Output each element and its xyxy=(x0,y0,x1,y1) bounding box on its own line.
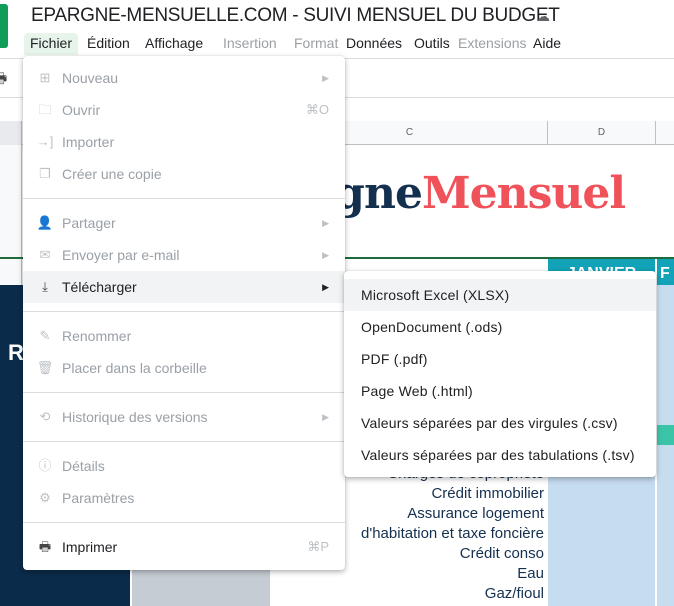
printer-icon[interactable]: 🖶 xyxy=(0,68,7,92)
menu-item-copy[interactable]: ❐ Créer une copie xyxy=(23,158,345,190)
gear-icon: ⚙ xyxy=(39,490,51,505)
month-header-next[interactable]: F xyxy=(657,259,674,285)
submenu-arrow-icon: ▶ xyxy=(322,218,329,228)
menu-item-pencil[interactable]: ✎ Renommer xyxy=(23,320,345,352)
person-add-icon: 👤 xyxy=(36,215,54,230)
menu-item-info[interactable]: ⓘ Détails xyxy=(23,450,345,482)
menu-données[interactable]: Données xyxy=(340,33,408,55)
row-label[interactable]: Eau xyxy=(517,565,544,582)
row-label[interactable]: Gaz/fioul xyxy=(485,585,544,602)
menu-item-person-add[interactable]: 👤 Partager ▶ xyxy=(23,207,345,239)
document-title[interactable]: EPARGNE-MENSUELLE.COM - SUIVI MENSUEL DU… xyxy=(31,5,560,27)
file-menu: ⊞ Nouveau ▶ 🗀 Ouvrir ⌘O →] Importer ❐ Créer une c… xyxy=(23,56,345,570)
menu-item-label: Partager xyxy=(62,215,116,231)
submenu-arrow-icon: ▶ xyxy=(322,282,329,292)
download-option[interactable]: Valeurs séparées par des virgules (.csv) xyxy=(344,407,656,439)
menu-item-label: Placer dans la corbeille xyxy=(62,360,207,376)
trash-icon: 🗑 xyxy=(36,360,54,375)
shortcut: ⌘P xyxy=(307,539,329,554)
menu-item-label: Envoyer par e-mail xyxy=(62,247,180,263)
month-cells-next[interactable] xyxy=(657,285,674,606)
submenu-arrow-icon: ▶ xyxy=(322,412,329,422)
menu-separator xyxy=(23,392,345,393)
column-header-d[interactable]: D xyxy=(548,121,656,145)
select-all[interactable] xyxy=(0,121,22,145)
submenu-arrow-icon: ▶ xyxy=(322,73,329,83)
menu-outils[interactable]: Outils xyxy=(408,33,456,55)
copy-icon: ❐ xyxy=(39,166,51,181)
download-option[interactable]: Page Web (.html) xyxy=(344,375,656,407)
row-label[interactable]: Crédit conso xyxy=(460,545,544,562)
menu-item-label: Ouvrir xyxy=(62,102,101,118)
mail-icon: ✉ xyxy=(39,247,51,262)
menu-extensions[interactable]: Extensions xyxy=(452,33,532,55)
menu-affichage[interactable]: Affichage xyxy=(139,33,209,55)
plus-icon: ⊞ xyxy=(39,70,51,85)
menu-item-label: Historique des versions xyxy=(62,409,208,425)
menu-separator xyxy=(23,198,345,199)
menu-item-label: Importer xyxy=(62,134,115,150)
sidebar-letter: R xyxy=(8,340,24,365)
menu-fichier[interactable]: Fichier xyxy=(24,33,79,55)
section-band xyxy=(657,425,674,445)
menu-item-label: Imprimer xyxy=(62,539,118,555)
menu-separator xyxy=(23,441,345,442)
menu-item-trash[interactable]: 🗑 Placer dans la corbeille xyxy=(23,352,345,384)
info-icon: ⓘ xyxy=(38,458,52,473)
folder-icon: 🗀 xyxy=(38,102,52,117)
download-option[interactable]: Microsoft Excel (XLSX) xyxy=(344,279,656,311)
download-submenu: Microsoft Excel (XLSX) OpenDocument (.ods… xyxy=(344,271,656,477)
menu-item-label: Télécharger xyxy=(62,279,137,295)
menu-aide[interactable]: Aide xyxy=(527,33,567,55)
brand-logo: rgneMensuel xyxy=(312,168,626,219)
submenu-arrow-icon: ▶ xyxy=(322,250,329,260)
menu-édition[interactable]: Édition xyxy=(81,33,136,55)
download-option[interactable]: Valeurs séparées par des tabulations (.t… xyxy=(344,439,656,471)
sheets-logo[interactable] xyxy=(0,4,8,48)
download-option[interactable]: OpenDocument (.ods) xyxy=(344,311,656,343)
menu-item-label: Créer une copie xyxy=(62,166,162,182)
menu-item-label: Détails xyxy=(62,458,105,474)
row-label[interactable]: Crédit immobilier xyxy=(431,485,544,502)
menu-item-plus[interactable]: ⊞ Nouveau ▶ xyxy=(23,62,345,94)
menu-item-folder[interactable]: 🗀 Ouvrir ⌘O xyxy=(23,94,345,126)
menu-item-mail[interactable]: ✉ Envoyer par e-mail ▶ xyxy=(23,239,345,271)
history-icon: ⟲ xyxy=(39,409,51,424)
menu-item-label: Paramètres xyxy=(62,490,135,506)
cloud-status-icon[interactable]: ☁ xyxy=(536,8,550,25)
menu-insertion[interactable]: Insertion xyxy=(217,33,283,55)
row-label[interactable]: d'habitation et taxe foncière xyxy=(361,525,544,542)
download-icon: ⤓ xyxy=(42,279,48,294)
menu-item-gear[interactable]: ⚙ Paramètres xyxy=(23,482,345,514)
menu-item-label: Renommer xyxy=(62,328,132,344)
menu-item-printer[interactable]: 🖶 Imprimer ⌘P xyxy=(23,531,345,563)
menu-format[interactable]: Format xyxy=(288,33,344,55)
menu-item-label: Nouveau xyxy=(62,70,119,86)
pencil-icon: ✎ xyxy=(39,328,51,343)
download-option[interactable]: PDF (.pdf) xyxy=(344,343,656,375)
printer-icon: 🖶 xyxy=(38,539,52,554)
row-label[interactable]: Assurance logement xyxy=(407,505,544,522)
shortcut: ⌘O xyxy=(305,102,329,117)
menu-item-history[interactable]: ⟲ Historique des versions ▶ xyxy=(23,401,345,433)
menu-item-import[interactable]: →] Importer xyxy=(23,126,345,158)
menu-separator xyxy=(23,311,345,312)
menu-separator xyxy=(23,522,345,523)
import-icon: →] xyxy=(36,134,54,149)
menu-item-download[interactable]: ⤓ Télécharger ▶ xyxy=(23,271,345,303)
